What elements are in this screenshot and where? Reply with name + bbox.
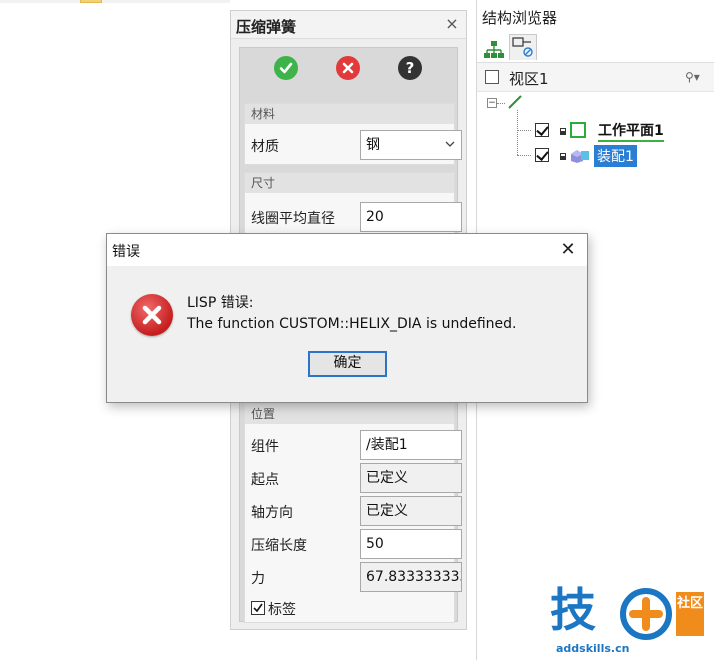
binoculars-icon[interactable]: ⚲▾ xyxy=(685,70,707,84)
logo-badge: 社区 xyxy=(676,592,704,636)
checkmark-icon xyxy=(253,603,263,613)
position-group-title: 位置 xyxy=(245,404,454,424)
dialog-title: 错误 xyxy=(112,244,140,260)
error-x-icon xyxy=(131,294,173,336)
force-field[interactable]: 67.833333333 xyxy=(360,562,462,592)
chevron-down-icon xyxy=(445,141,455,147)
force-label: 力 xyxy=(251,571,265,587)
tree-item-assembly[interactable]: 装配1 xyxy=(594,145,637,167)
assembly-visibility-checkbox[interactable] xyxy=(535,148,549,162)
filter-view-icon xyxy=(512,37,533,57)
dialog-body: LISP 错误: The function CUSTOM::HELIX_DIA … xyxy=(107,266,587,402)
tree-connector xyxy=(517,155,531,156)
material-value: 钢 xyxy=(366,137,380,153)
error-heading: LISP 错误: xyxy=(187,295,254,311)
tree-connector xyxy=(497,103,505,104)
dialog-ok-button[interactable]: 确定 xyxy=(308,351,387,377)
x-icon xyxy=(342,62,354,74)
viewport-label[interactable]: 视区1 xyxy=(509,68,549,89)
cancel-button[interactable] xyxy=(336,56,360,80)
mean-diameter-input[interactable]: 20 xyxy=(360,202,462,232)
component-input[interactable]: /装配1 xyxy=(360,430,462,460)
error-cross-icon xyxy=(142,305,162,325)
position-group: 位置 组件 /装配1 起点 已定义 轴方向 已定义 压缩长度 50 力 67.8… xyxy=(244,403,462,623)
check-icon xyxy=(279,62,293,74)
material-group-title: 材料 xyxy=(245,104,454,124)
start-point-field[interactable]: 已定义 xyxy=(360,463,462,493)
compressed-length-label: 压缩长度 xyxy=(251,538,307,554)
viewport-icon xyxy=(485,70,499,84)
logo-plus-icon xyxy=(620,588,672,640)
axis-direction-label: 轴方向 xyxy=(251,505,293,521)
tree-connector xyxy=(517,110,518,155)
workplane-icon xyxy=(560,122,586,138)
panel-title: 压缩弹簧 xyxy=(236,18,297,36)
root-line-icon xyxy=(508,95,522,109)
logo-char: 技 xyxy=(550,583,596,637)
material-label: 材质 xyxy=(251,139,279,155)
component-label: 组件 xyxy=(251,439,279,455)
size-group-title: 尺寸 xyxy=(245,173,454,193)
material-group: 材料 材质 钢 xyxy=(244,103,462,165)
error-message: The function CUSTOM::HELIX_DIA is undefi… xyxy=(187,316,517,332)
tree-view-tab[interactable] xyxy=(483,38,505,60)
compressed-length-input[interactable]: 50 xyxy=(360,529,462,559)
panel-header: 压缩弹簧 × xyxy=(231,11,466,39)
panel-close-button[interactable]: × xyxy=(443,15,461,33)
dialog-titlebar: 错误 ✕ xyxy=(107,234,587,266)
browser-title: 结构浏览器 xyxy=(482,9,558,27)
workplane-visibility-checkbox[interactable] xyxy=(535,123,549,137)
error-dialog: 错误 ✕ LISP 错误: The function CUSTOM::HELIX… xyxy=(106,233,588,403)
material-select[interactable]: 钢 xyxy=(360,130,462,160)
start-point-label: 起点 xyxy=(251,472,279,488)
toolbar-tab-fragment xyxy=(80,0,102,3)
tree-collapse-toggle[interactable]: − xyxy=(487,98,497,108)
logo-site-text: addskills.cn xyxy=(556,642,630,655)
tree-item-workplane[interactable]: 工作平面1 xyxy=(598,120,664,142)
dialog-close-button[interactable]: ✕ xyxy=(553,236,583,264)
watermark-logo: 技 社区 addskills.cn xyxy=(548,583,714,660)
tag-checkbox[interactable] xyxy=(251,601,265,615)
tree-connector xyxy=(517,130,531,131)
help-button[interactable]: ? xyxy=(398,56,422,80)
top-strip xyxy=(0,0,230,3)
viewport-bar: 视区1 ⚲▾ xyxy=(477,62,714,92)
help-icon: ? xyxy=(405,59,415,77)
tag-label: 标签 xyxy=(268,602,296,618)
view-filter-tab[interactable] xyxy=(509,34,537,60)
mean-diameter-label: 线圈平均直径 xyxy=(251,211,335,227)
axis-direction-field[interactable]: 已定义 xyxy=(360,496,462,526)
assembly-icon xyxy=(560,150,589,163)
ok-button[interactable] xyxy=(274,56,298,80)
hierarchy-icon xyxy=(484,41,504,58)
